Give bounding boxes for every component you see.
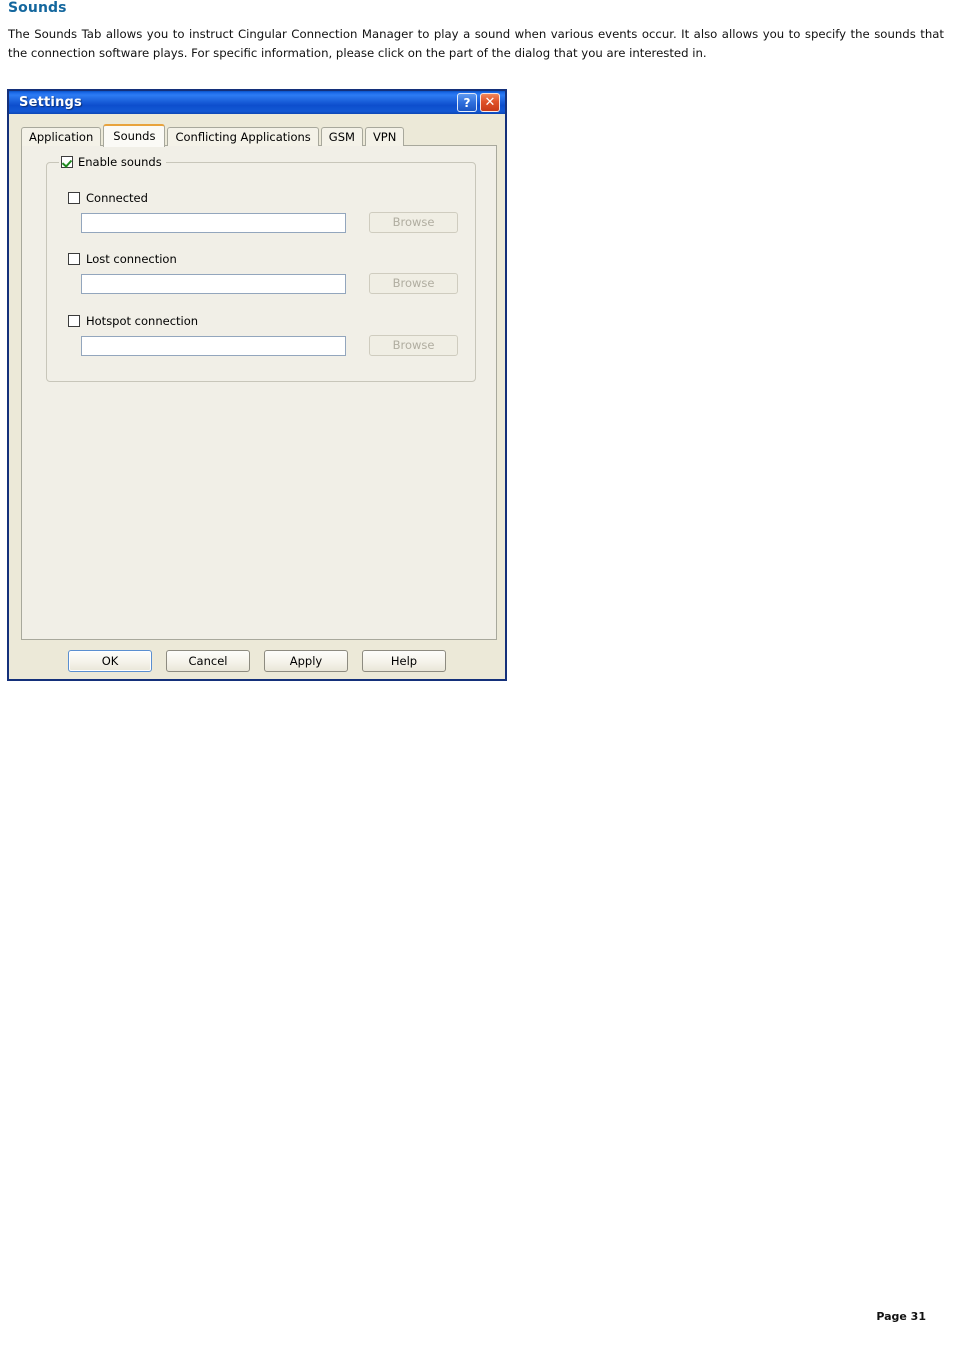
dialog-title: Settings <box>19 95 82 110</box>
hotspot-connection-browse-button[interactable]: Browse <box>369 335 458 356</box>
ok-button[interactable]: OK <box>68 650 152 672</box>
apply-button[interactable]: Apply <box>264 650 348 672</box>
lost-connection-check-wrap[interactable]: Lost connection <box>68 251 458 266</box>
hotspot-connection-controls: Browse <box>81 335 458 356</box>
connected-checkbox[interactable] <box>68 191 80 204</box>
enable-sounds-label: Enable sounds <box>78 155 162 169</box>
tab-application[interactable]: Application <box>21 127 102 146</box>
sound-row-hotspot-connection: Hotspot connection Browse <box>68 313 458 356</box>
lost-connection-label: Lost connection <box>86 251 177 266</box>
titlebar-button-group: ? ✕ <box>457 93 500 112</box>
hotspot-connection-sound-input[interactable] <box>81 335 347 356</box>
cancel-button[interactable]: Cancel <box>166 650 250 672</box>
enable-sounds-checkbox[interactable] <box>61 156 73 168</box>
lost-connection-checkbox[interactable] <box>68 252 80 265</box>
page-title: Sounds <box>8 0 67 16</box>
connected-sound-input[interactable] <box>81 212 347 233</box>
dialog-body: Application Sounds Conflicting Applicati… <box>9 114 505 679</box>
tab-gsm[interactable]: GSM <box>320 127 363 146</box>
connected-controls: Browse <box>81 212 458 233</box>
tab-vpn[interactable]: VPN <box>364 127 405 146</box>
help-icon[interactable]: ? <box>457 93 477 112</box>
connected-label: Connected <box>86 190 148 205</box>
page-description: The Sounds Tab allows you to instruct Ci… <box>8 27 944 60</box>
enable-sounds-groupbox: Enable sounds Connected Browse Lost conn… <box>46 154 476 382</box>
help-button[interactable]: Help <box>362 650 446 672</box>
hotspot-connection-check-wrap[interactable]: Hotspot connection <box>68 313 458 328</box>
close-icon[interactable]: ✕ <box>480 93 500 112</box>
lost-connection-controls: Browse <box>81 273 458 294</box>
dialog-titlebar[interactable]: Settings ? ✕ <box>9 89 505 114</box>
settings-dialog: Settings ? ✕ Application Sounds Conflict… <box>7 89 507 681</box>
connected-check-wrap[interactable]: Connected <box>68 190 458 205</box>
sound-row-lost-connection: Lost connection Browse <box>68 251 458 294</box>
sound-row-connected: Connected Browse <box>68 190 458 233</box>
sounds-tab-panel: Enable sounds Connected Browse Lost conn… <box>21 145 497 640</box>
page-number: Page 31 <box>876 1310 926 1323</box>
lost-connection-browse-button[interactable]: Browse <box>369 273 458 294</box>
connected-browse-button[interactable]: Browse <box>369 212 458 233</box>
tab-conflicting-applications[interactable]: Conflicting Applications <box>167 127 319 146</box>
tab-sounds[interactable]: Sounds <box>103 124 166 147</box>
dialog-button-row: OK Cancel Apply Help <box>9 650 505 672</box>
enable-sounds-legend[interactable]: Enable sounds <box>59 154 166 170</box>
tabstrip: Application Sounds Conflicting Applicati… <box>21 123 406 147</box>
hotspot-connection-label: Hotspot connection <box>86 313 199 328</box>
lost-connection-sound-input[interactable] <box>81 273 347 294</box>
hotspot-connection-checkbox[interactable] <box>68 314 80 327</box>
